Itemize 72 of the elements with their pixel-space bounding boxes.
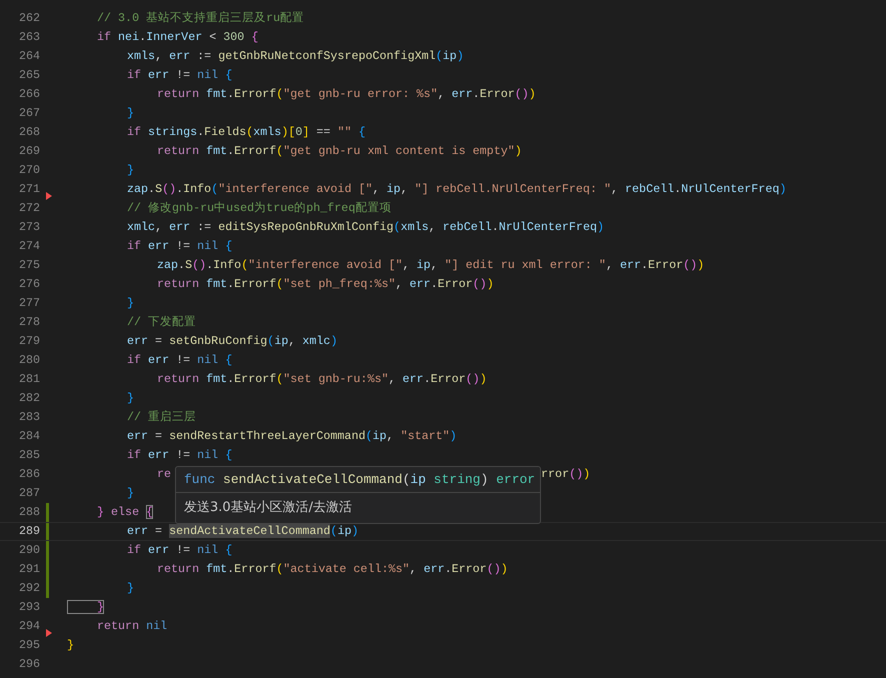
line-number: 270 [18,162,40,179]
code-line-fragment: rror()) [541,466,590,483]
line-number: 292 [18,580,40,597]
line-number: 274 [18,238,40,255]
function-signature: func sendActivateCellCommand(ip string) error [176,467,540,493]
line-number: 265 [18,67,40,84]
code-line: return nil [96,618,168,635]
line-number: 273 [18,219,40,236]
code-line: return fmt.Errorf("activate cell:%s", err.Error()) [156,561,508,578]
code-line: // 重启三层 [126,409,196,426]
code-line: err = sendActivateCellCommand(ip) [126,523,358,540]
code-line: } [67,598,104,617]
line-number: 294 [18,618,40,635]
line-number: 262 [18,10,40,27]
code-line: xmls, err := getGnbRuNetconfSysrepoConfigXml(ip) [126,48,464,65]
line-number: 283 [18,409,40,426]
code-line: // 下发配置 [126,314,196,331]
line-number: 269 [18,143,40,160]
code-line: } [67,637,74,654]
code-line: } [126,105,134,122]
line-number: 278 [18,314,40,331]
line-number: 266 [18,86,40,103]
code-line: // 3.0 基站不支持重启三层及ru配置 [96,10,304,27]
line-number: 263 [18,29,40,46]
line-number: 290 [18,542,40,559]
line-number: 295 [18,637,40,654]
line-number: 271 [18,181,40,198]
code-line: if nei.InnerVer < 300 { [96,29,258,46]
code-line: err = setGnbRuConfig(ip, xmlc) [126,333,338,350]
code-line: } else { [96,504,154,521]
code-line: return fmt.Errorf("get gnb-ru xml content is empty") [156,143,522,160]
line-number: 272 [18,200,40,217]
code-line: if strings.Fields(xmls)[0] == "" { [126,124,366,141]
line-number: 264 [18,48,40,65]
line-number: 275 [18,257,40,274]
code-line: zap.S().Info("interference avoid [", ip, "] rebCell.NrUlCenterFreq: ", rebCell.NrUlCenterFreq) [126,181,786,198]
line-number: 277 [18,295,40,312]
line-number: 286 [18,466,40,483]
line-number: 289 [18,523,40,540]
line-number: 281 [18,371,40,388]
line-number: 280 [18,352,40,369]
line-number: 276 [18,276,40,293]
line-number: 288 [18,504,40,521]
line-number: 285 [18,447,40,464]
code-line: if err != nil { [126,352,232,369]
code-line: return fmt.Errorf("set gnb-ru:%s", err.Error()) [156,371,487,388]
line-number: 291 [18,561,40,578]
code-line: return fmt.Errorf("set ph_freq:%s", err.Error()) [156,276,494,293]
code-line: err = sendRestartThreeLayerCommand(ip, "start") [126,428,457,445]
function-description: 发送3.0基站小区激活/去激活 [183,499,354,517]
code-line: } [126,162,134,179]
line-number: 296 [18,656,40,673]
code-line: if err != nil { [126,542,232,559]
code-line: re [156,466,172,483]
line-number: 284 [18,428,40,445]
line-number: 293 [18,599,40,616]
code-line: zap.S().Info("interference avoid [", ip, "] edit ru xml error: ", err.Error()) [156,257,704,274]
line-number: 287 [18,485,40,502]
code-line: } [126,485,134,502]
code-line: } [126,580,134,597]
line-number: 268 [18,124,40,141]
code-line: // 修改gnb-ru中used为true的ph_freq配置项 [126,200,392,217]
code-line: if err != nil { [126,447,232,464]
code-line: xmlc, err := editSysRepoGnbRuXmlConfig(xmls, rebCell.NrUlCenterFreq) [126,219,604,236]
code-line: if err != nil { [126,67,232,84]
code-line: if err != nil { [126,238,232,255]
code-line: } [126,295,134,312]
line-number: 279 [18,333,40,350]
line-number: 282 [18,390,40,407]
code-line: } [126,390,134,407]
code-line: return fmt.Errorf("get gnb-ru error: %s", err.Error()) [156,86,536,103]
line-number: 267 [18,105,40,122]
